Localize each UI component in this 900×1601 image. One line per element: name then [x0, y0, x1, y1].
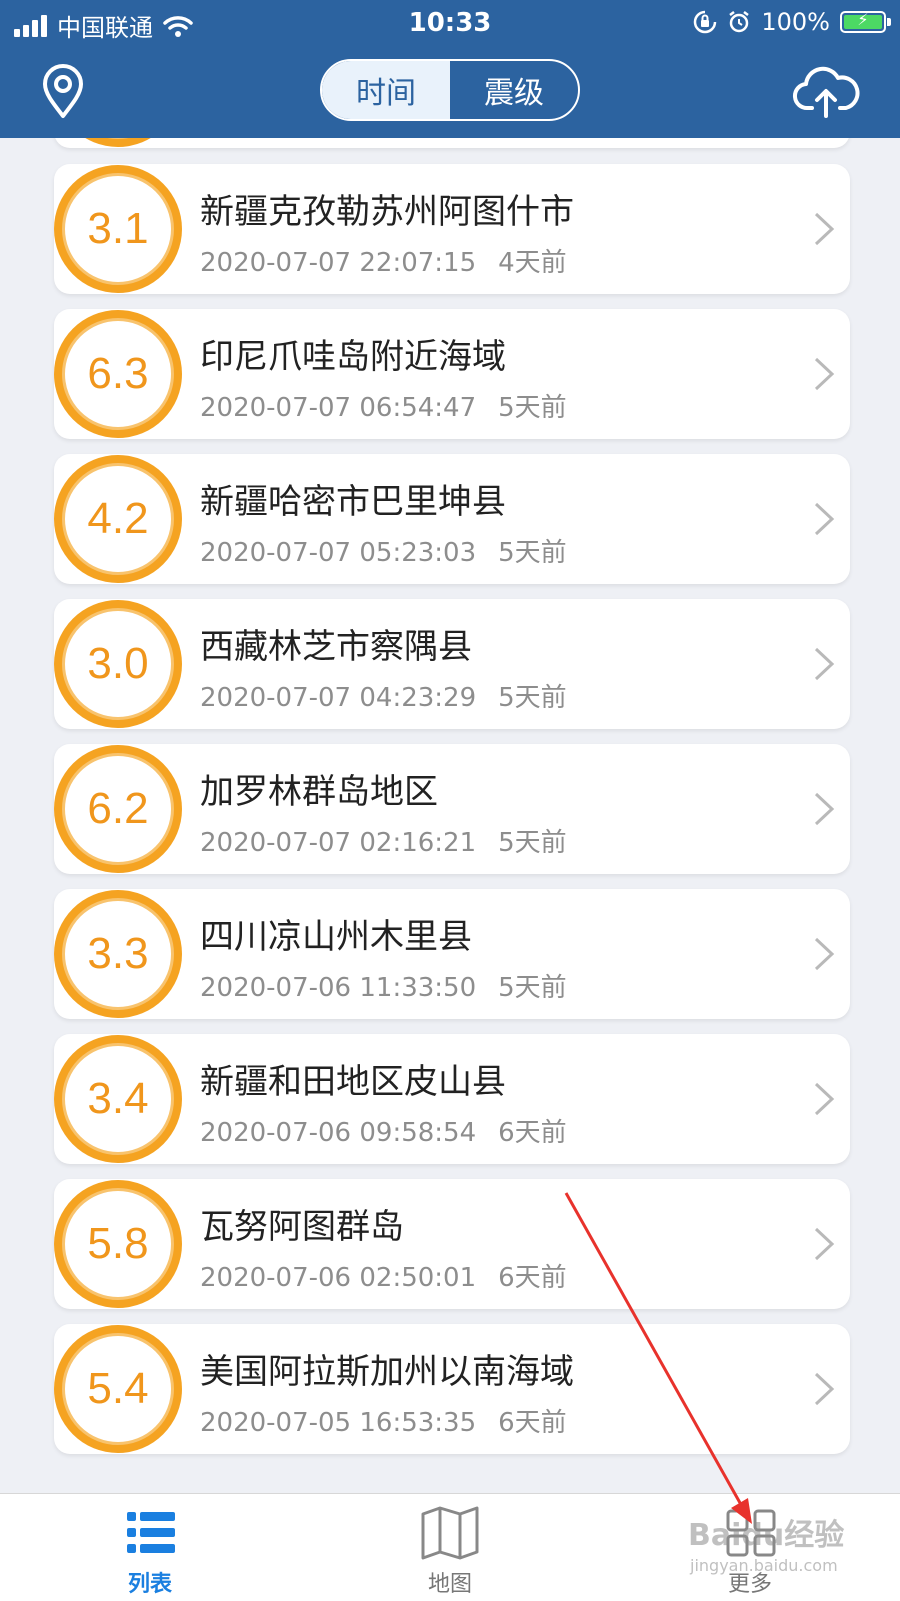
list-item-partial[interactable] [54, 138, 850, 148]
watermark-text: Baidu经验 [688, 1518, 845, 1553]
magnitude-value: 3.1 [62, 173, 174, 285]
quake-ago: 5天前 [498, 538, 567, 568]
quake-datetime: 2020-07-07 02:16:21 [200, 828, 477, 858]
cloud-upload-icon[interactable] [792, 64, 860, 120]
status-right: 100% ⚡ [693, 8, 891, 36]
battery-icon: ⚡ [840, 10, 891, 33]
quake-ago: 6天前 [498, 1408, 567, 1438]
rotation-lock-icon [694, 10, 717, 34]
sort-segmented-control: 时间 震级 [320, 59, 580, 121]
quake-time-row: 2020-07-07 22:07:15 4天前 [200, 242, 567, 279]
list-item[interactable]: 3.3 四川凉山州木里县 2020-07-06 11:33:50 5天前 [54, 889, 850, 1019]
list-item[interactable]: 6.3 印尼爪哇岛附近海域 2020-07-07 06:54:47 5天前 [54, 309, 850, 439]
status-bar: 中国联通 10:33 100% ⚡ [0, 0, 900, 46]
magnitude-value: 5.4 [62, 1333, 174, 1445]
quake-datetime: 2020-07-07 05:23:03 [200, 538, 477, 568]
list-item[interactable]: 5.8 瓦努阿图群岛 2020-07-06 02:50:01 6天前 [54, 1179, 850, 1309]
quake-location: 新疆和田地区皮山县 [200, 1062, 506, 1102]
quake-datetime: 2020-07-07 04:23:29 [200, 683, 477, 713]
magnitude-badge: 5.8 [54, 1180, 182, 1308]
quake-location: 瓦努阿图群岛 [200, 1207, 404, 1247]
quake-ago: 6天前 [498, 1118, 567, 1148]
app-header: 中国联通 10:33 100% ⚡ 时间 震级 [0, 0, 900, 138]
magnitude-badge: 6.2 [54, 745, 182, 873]
segment-time[interactable]: 时间 [322, 61, 450, 119]
list-item[interactable]: 3.4 新疆和田地区皮山县 2020-07-06 09:58:54 6天前 [54, 1034, 850, 1164]
chevron-right-icon [814, 1082, 835, 1116]
magnitude-badge: 3.3 [54, 890, 182, 1018]
list-icon [127, 1512, 175, 1553]
quake-time-row: 2020-07-07 06:54:47 5天前 [200, 387, 567, 424]
quake-location: 西藏林芝市察隅县 [200, 627, 472, 667]
quake-time-row: 2020-07-06 09:58:54 6天前 [200, 1112, 567, 1149]
quake-time-row: 2020-07-07 02:16:21 5天前 [200, 822, 567, 859]
quake-ago: 4天前 [498, 248, 567, 278]
magnitude-value: 4.2 [62, 463, 174, 575]
magnitude-badge: 3.0 [54, 600, 182, 728]
quake-time-row: 2020-07-07 05:23:03 5天前 [200, 532, 567, 569]
magnitude-badge: 3.4 [54, 1035, 182, 1163]
magnitude-value: 6.3 [62, 318, 174, 430]
quake-ago: 5天前 [498, 683, 567, 713]
quake-location: 美国阿拉斯加州以南海域 [200, 1352, 574, 1392]
watermark-url: jingyan.baidu.com [690, 1556, 838, 1575]
magnitude-value: 5.8 [62, 1188, 174, 1300]
alarm-icon [729, 11, 750, 33]
chevron-right-icon [814, 212, 835, 246]
magnitude-value: 3.3 [62, 898, 174, 1010]
quake-time-row: 2020-07-06 11:33:50 5天前 [200, 967, 567, 1004]
quake-ago: 6天前 [498, 1263, 567, 1293]
quake-ago: 5天前 [498, 393, 567, 423]
list-item[interactable]: 5.4 美国阿拉斯加州以南海域 2020-07-05 16:53:35 6天前 [54, 1324, 850, 1454]
quake-datetime: 2020-07-06 11:33:50 [200, 973, 477, 1003]
magnitude-value: 3.4 [62, 1043, 174, 1155]
quake-ago: 5天前 [498, 973, 567, 1003]
magnitude-value: 6.2 [62, 753, 174, 865]
chevron-right-icon [814, 647, 835, 681]
quake-ago: 5天前 [498, 828, 567, 858]
segment-magnitude[interactable]: 震级 [450, 61, 578, 119]
map-icon [421, 1506, 479, 1560]
list-item[interactable]: 6.2 加罗林群岛地区 2020-07-07 02:16:21 5天前 [54, 744, 850, 874]
list-item[interactable]: 4.2 新疆哈密市巴里坤县 2020-07-07 05:23:03 5天前 [54, 454, 850, 584]
quake-datetime: 2020-07-06 02:50:01 [200, 1263, 477, 1293]
quake-time-row: 2020-07-06 02:50:01 6天前 [200, 1257, 567, 1294]
chevron-right-icon [814, 937, 835, 971]
chevron-right-icon [814, 1372, 835, 1406]
quake-datetime: 2020-07-07 22:07:15 [200, 248, 477, 278]
tab-label: 列表 [127, 1572, 172, 1597]
magnitude-badge: 4.2 [54, 455, 182, 583]
list-item[interactable]: 3.1 新疆克孜勒苏州阿图什市 2020-07-07 22:07:15 4天前 [54, 164, 850, 294]
battery-percent: 100% [761, 8, 830, 36]
quake-location: 新疆哈密市巴里坤县 [200, 482, 506, 522]
chevron-right-icon [814, 502, 835, 536]
tab-list[interactable]: 列表 [80, 1494, 220, 1601]
tab-map[interactable]: 地图 [380, 1494, 520, 1601]
chevron-right-icon [814, 792, 835, 826]
quake-location: 加罗林群岛地区 [200, 772, 438, 812]
list-item[interactable]: 3.0 西藏林芝市察隅县 2020-07-07 04:23:29 5天前 [54, 599, 850, 729]
quake-datetime: 2020-07-07 06:54:47 [200, 393, 477, 423]
quake-time-row: 2020-07-05 16:53:35 6天前 [200, 1402, 567, 1439]
quake-location: 四川凉山州木里县 [200, 917, 472, 957]
quake-location: 新疆克孜勒苏州阿图什市 [200, 192, 574, 232]
earthquake-list[interactable]: 3.1 新疆克孜勒苏州阿图什市 2020-07-07 22:07:15 4天前 6… [0, 138, 900, 1493]
chevron-right-icon [814, 1227, 835, 1261]
magnitude-badge: 6.3 [54, 310, 182, 438]
location-pin-icon[interactable] [38, 64, 88, 120]
quake-location: 印尼爪哇岛附近海域 [200, 337, 506, 377]
tab-label: 地图 [427, 1572, 472, 1597]
chevron-right-icon [814, 357, 835, 391]
quake-datetime: 2020-07-05 16:53:35 [200, 1408, 477, 1438]
magnitude-value: 3.0 [62, 608, 174, 720]
magnitude-badge: 5.4 [54, 1325, 182, 1453]
quake-time-row: 2020-07-07 04:23:29 5天前 [200, 677, 567, 714]
magnitude-badge [54, 138, 182, 147]
quake-datetime: 2020-07-06 09:58:54 [200, 1118, 477, 1148]
magnitude-badge: 3.1 [54, 165, 182, 293]
nav-bar: 时间 震级 [0, 46, 900, 138]
